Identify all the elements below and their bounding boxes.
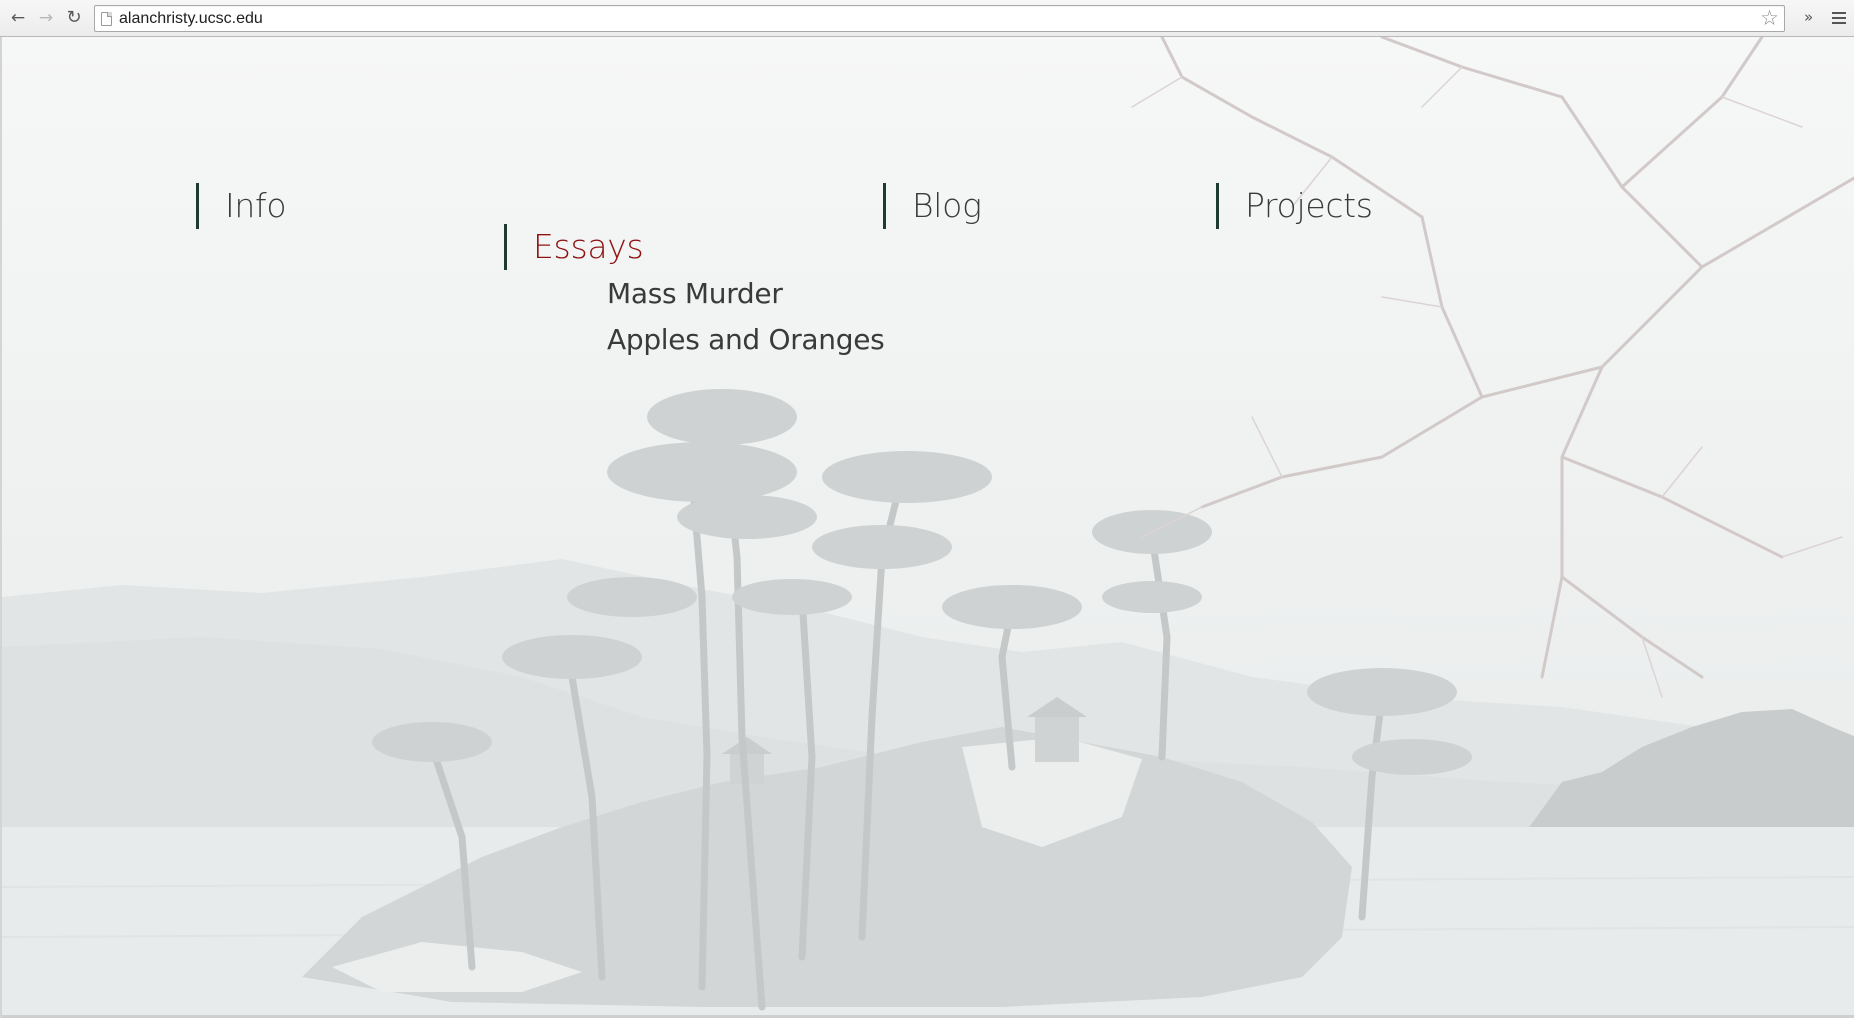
reload-button[interactable]: ↻ [63,7,85,29]
arrow-right-icon: → [38,8,54,28]
essay-link-apples-and-oranges[interactable]: Apples and Oranges [607,323,885,357]
chevron-double-right-icon[interactable]: » [1804,8,1813,26]
arrow-left-icon: ← [10,8,26,28]
url-text[interactable]: alanchristy.ucsc.edu [119,6,263,31]
address-bar[interactable]: alanchristy.ucsc.edu ☆ [94,5,1785,32]
page-viewport: Info Essays Blog Projects Mass Murder Ap… [0,37,1854,1018]
nav-essays-link[interactable]: Essays [504,224,644,270]
hamburger-menu-icon[interactable] [1832,12,1846,24]
page-icon [101,12,112,26]
essay-link-mass-murder[interactable]: Mass Murder [607,277,783,311]
nav-projects-link[interactable]: Projects [1216,183,1373,229]
browser-toolbar: ← → ↻ alanchristy.ucsc.edu ☆ » [0,0,1854,37]
nav-info-link[interactable]: Info [196,183,287,229]
reload-icon: ↻ [66,7,82,28]
star-icon[interactable]: ☆ [1760,6,1779,31]
nav-blog-link[interactable]: Blog [883,183,982,229]
forward-button[interactable]: → [35,7,57,29]
back-button[interactable]: ← [7,7,29,29]
